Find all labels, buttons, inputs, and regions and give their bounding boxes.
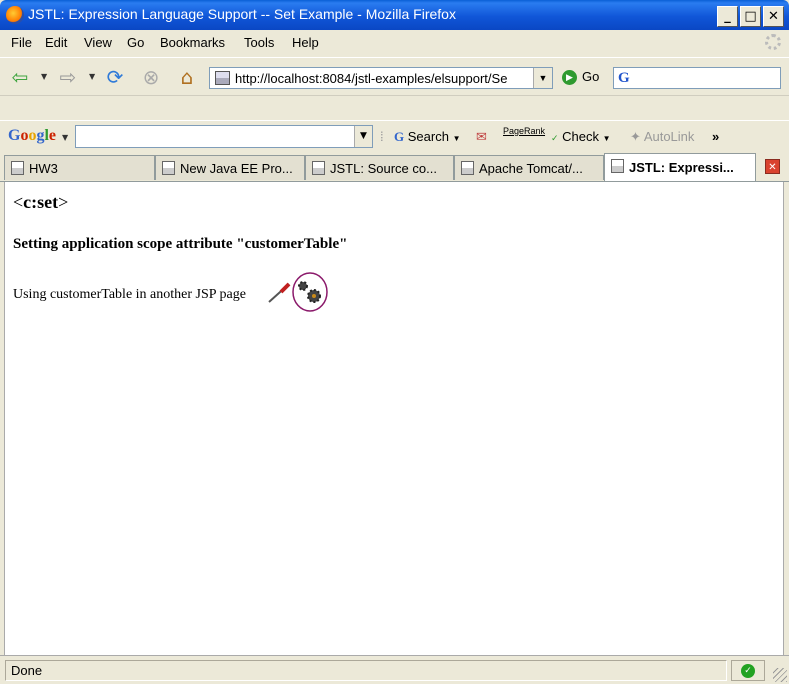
close-tab-icon[interactable]: ✕ <box>765 159 780 174</box>
tab-label: New Java EE Pro... <box>180 161 293 176</box>
check-label: Check <box>562 129 600 144</box>
tab-bar: HW3 New Java EE Pro... JSTL: Source co..… <box>0 152 789 182</box>
forward-arrow-icon[interactable]: ⇨ <box>56 65 80 89</box>
url-history-dropdown-icon[interactable]: ▼ <box>533 68 552 88</box>
menu-file[interactable]: File <box>11 35 32 50</box>
tab-new-java-ee[interactable]: New Java EE Pro... <box>155 155 305 180</box>
checkmark-icon: ✓ <box>741 664 755 678</box>
search-dropdown-icon[interactable]: ▼ <box>453 134 461 143</box>
menu-view[interactable]: View <box>84 35 112 50</box>
tab-jstl-source[interactable]: JSTL: Source co... <box>305 155 454 180</box>
google-g-icon: G <box>394 129 405 144</box>
autolink-label: AutoLink <box>643 129 695 144</box>
back-arrow-icon[interactable]: ⇦ <box>8 65 32 89</box>
close-button[interactable]: ✕ <box>763 6 784 27</box>
menu-edit[interactable]: Edit <box>45 35 67 50</box>
google-search-label: Search <box>407 129 449 144</box>
menu-bar: File Edit View Go Bookmarks Tools Help <box>0 30 789 56</box>
page-icon <box>461 161 474 175</box>
tab-label: HW3 <box>29 161 58 176</box>
abc-check-icon: ✓ <box>551 133 559 143</box>
usage-text: Using customerTable in another JSP page <box>13 287 246 302</box>
go-button[interactable]: ▶ Go <box>562 69 600 86</box>
tab-apache-tomcat[interactable]: Apache Tomcat/... <box>454 155 604 180</box>
menu-bookmarks[interactable]: Bookmarks <box>160 35 225 50</box>
reload-icon[interactable]: ⟳ <box>103 65 127 89</box>
google-toolbar: Google ▼ ▼ ⁞ G Search ▼ ✉ PageRank ✓ Che… <box>0 122 789 152</box>
tab-jstl-expression[interactable]: JSTL: Expressi... <box>604 153 756 181</box>
autolink-button[interactable]: ✦ AutoLink <box>630 129 694 145</box>
google-search-button[interactable]: G Search ▼ <box>394 129 461 145</box>
menu-tools[interactable]: Tools <box>244 35 274 50</box>
window-title: JSTL: Expression Language Support -- Set… <box>28 6 456 22</box>
menu-help[interactable]: Help <box>292 35 319 50</box>
pagerank-indicator: PageRank <box>503 126 546 136</box>
toolbar-overflow-button[interactable]: » <box>712 129 719 144</box>
page-content: <c:set> Setting application scope attrib… <box>4 182 784 655</box>
bookmarks-toolbar <box>0 95 789 121</box>
go-label: Go <box>582 69 600 84</box>
heading-tag: c:set <box>23 192 59 212</box>
tab-label: Apache Tomcat/... <box>479 161 583 176</box>
tab-hw3[interactable]: HW3 <box>4 155 155 180</box>
page-icon <box>11 161 24 175</box>
google-search-dropdown-icon[interactable]: ▼ <box>354 126 372 147</box>
forward-dropdown-icon[interactable]: ▼ <box>89 72 95 81</box>
search-engine-icon[interactable]: G <box>618 70 630 87</box>
throbber-icon <box>765 34 781 50</box>
page-icon <box>162 161 175 175</box>
page-icon <box>611 159 624 173</box>
tab-label: JSTL: Source co... <box>330 161 437 176</box>
maximize-button[interactable]: □ <box>740 6 761 27</box>
menu-go[interactable]: Go <box>127 35 144 50</box>
resize-grip-icon[interactable] <box>773 668 787 682</box>
spell-check-button[interactable]: ✓ Check ▼ <box>551 129 611 144</box>
title-bar: JSTL: Expression Language Support -- Set… <box>0 0 789 30</box>
news-icon[interactable]: ✉ <box>476 129 487 145</box>
small-gear-icon <box>298 281 308 291</box>
page-subheading: Setting application scope attribute "cus… <box>13 236 348 252</box>
status-bar: Done ✓ <box>0 655 789 684</box>
google-menu-dropdown-icon[interactable]: ▼ <box>62 133 68 142</box>
minimize-button[interactable]: _ <box>717 6 738 27</box>
page-favicon-icon <box>215 71 230 85</box>
url-text[interactable]: http://localhost:8084/jstl-examples/elsu… <box>235 71 531 86</box>
google-logo[interactable]: Google <box>8 127 56 145</box>
firefox-logo-icon <box>6 6 24 24</box>
back-dropdown-icon[interactable]: ▼ <box>41 72 47 81</box>
google-search-input[interactable]: ▼ <box>75 125 373 148</box>
navigation-toolbar: ⇦ ▼ ⇨ ▼ ⟳ ⊗ ⌂ http://localhost:8084/jstl… <box>0 57 789 95</box>
jsp-link-icon[interactable] <box>267 272 329 312</box>
magic-wand-icon: ✦ <box>630 129 641 144</box>
status-indicator[interactable]: ✓ <box>731 660 765 681</box>
status-text: Done <box>5 660 727 681</box>
check-dropdown-icon[interactable]: ▼ <box>603 134 611 143</box>
toolbar-separator-icon: ⁞ <box>380 129 384 144</box>
stop-icon[interactable]: ⊗ <box>139 65 163 89</box>
url-bar[interactable]: http://localhost:8084/jstl-examples/elsu… <box>209 67 553 89</box>
home-icon[interactable]: ⌂ <box>175 65 199 89</box>
page-icon <box>312 161 325 175</box>
tab-label: JSTL: Expressi... <box>629 160 734 175</box>
page-heading: <c:set> <box>13 192 69 212</box>
search-input[interactable]: G <box>613 67 781 89</box>
go-arrow-icon: ▶ <box>562 70 577 86</box>
